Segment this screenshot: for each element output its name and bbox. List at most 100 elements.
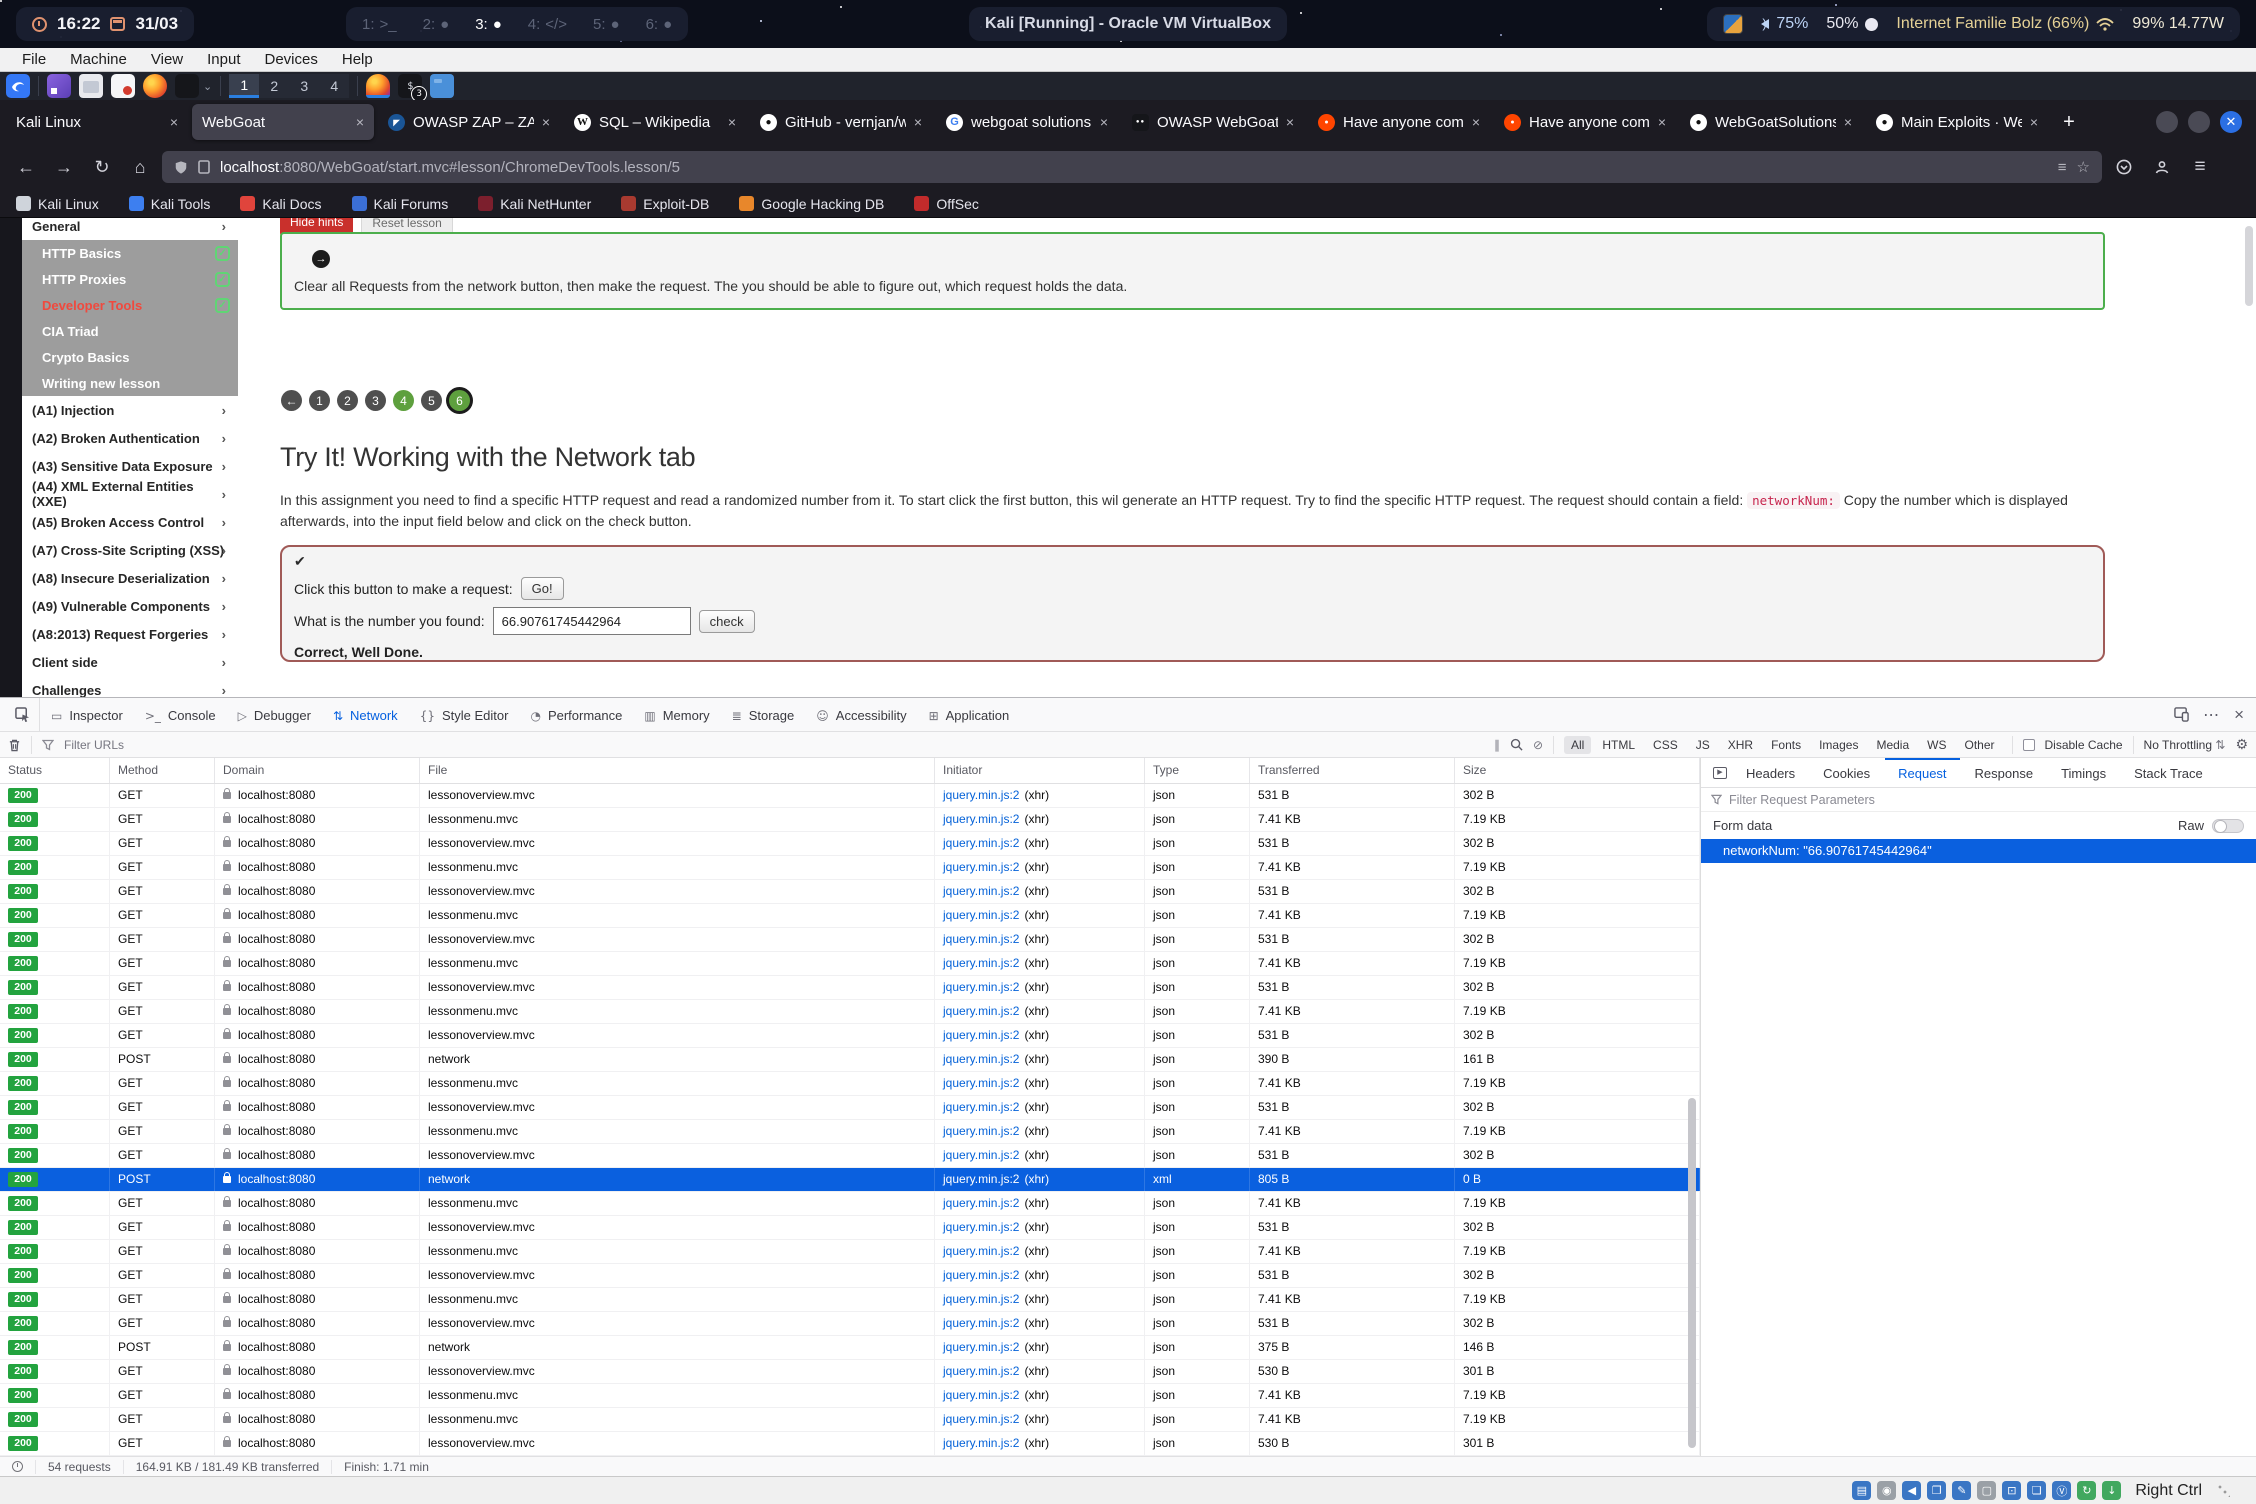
sidebar-lesson-item[interactable]: (A8:2013) Request Forgeries › ✓ bbox=[22, 620, 238, 648]
initiator-link[interactable]: jquery.min.js:2 bbox=[943, 1216, 1019, 1239]
pick-element-icon[interactable] bbox=[6, 698, 40, 731]
browser-tab[interactable]: Main Exploits · Web × bbox=[1866, 104, 2048, 140]
sidebar-lesson-item[interactable]: (A4) XML External Entities (XXE) › ✓ bbox=[22, 480, 238, 508]
type-filter-button[interactable]: CSS bbox=[1646, 736, 1685, 754]
home-button[interactable]: ⌂ bbox=[124, 151, 156, 183]
network-request-row[interactable]: 200 GET localhost:8080 lessonmenu.mvc jq… bbox=[0, 1288, 1700, 1312]
initiator-link[interactable]: jquery.min.js:2 bbox=[943, 1432, 1019, 1455]
search-icon[interactable] bbox=[1510, 738, 1523, 751]
initiator-link[interactable]: jquery.min.js:2 bbox=[943, 1024, 1019, 1047]
maximize-icon[interactable] bbox=[2188, 111, 2210, 133]
initiator-link[interactable]: jquery.min.js:2 bbox=[943, 1408, 1019, 1431]
network-request-row[interactable]: 200 GET localhost:8080 lessonmenu.mvc jq… bbox=[0, 1192, 1700, 1216]
display-icon[interactable]: ⊡ bbox=[2002, 1481, 2021, 1500]
devtool-tab[interactable]: ⇅ Network bbox=[322, 698, 409, 731]
column-header[interactable]: Domain bbox=[215, 758, 420, 783]
browser-tab[interactable]: WebGoat × bbox=[192, 104, 374, 140]
column-header[interactable]: Type bbox=[1145, 758, 1250, 783]
initiator-link[interactable]: jquery.min.js:2 bbox=[943, 1048, 1019, 1071]
filter-params-row[interactable]: Filter Request Parameters bbox=[1701, 788, 2256, 812]
firefox-window-icon[interactable] bbox=[366, 74, 390, 98]
tab-close-icon[interactable]: × bbox=[1658, 114, 1666, 130]
initiator-link[interactable]: jquery.min.js:2 bbox=[943, 808, 1019, 831]
network-icon[interactable]: ❐ bbox=[1927, 1481, 1946, 1500]
devtool-tab[interactable]: ▥ Memory bbox=[633, 698, 720, 731]
tab-close-icon[interactable]: × bbox=[170, 114, 178, 130]
pagination-page-button[interactable]: 2 bbox=[337, 390, 358, 411]
split-panel-toggle-icon[interactable]: ▶ bbox=[1709, 758, 1731, 787]
resize-grip[interactable] bbox=[2218, 1485, 2230, 1497]
details-tab[interactable]: Headers bbox=[1733, 758, 1808, 787]
form-data-param[interactable]: networkNum: "66.90761745442964" bbox=[1701, 839, 2256, 863]
raw-toggle[interactable] bbox=[2212, 819, 2244, 833]
initiator-link[interactable]: jquery.min.js:2 bbox=[943, 952, 1019, 975]
hard-disks-icon[interactable]: ▤ bbox=[1852, 1481, 1871, 1500]
initiator-link[interactable]: jquery.min.js:2 bbox=[943, 880, 1019, 903]
answer-input[interactable] bbox=[493, 607, 691, 635]
browser-tab[interactable]: OWASP ZAP – ZAP i × bbox=[378, 104, 560, 140]
browser-tab[interactable]: SQL – Wikipedia × bbox=[564, 104, 746, 140]
sidebar-lesson-item[interactable]: (A2) Broken Authentication › ✓ bbox=[22, 424, 238, 452]
sidebar-lesson-item[interactable]: (A3) Sensitive Data Exposure › ✓ bbox=[22, 452, 238, 480]
request-list-scrollbar[interactable] bbox=[1688, 1098, 1696, 1448]
type-filter-button[interactable]: Other bbox=[1957, 736, 2001, 754]
column-header[interactable]: File bbox=[420, 758, 935, 783]
sidebar-lesson-item[interactable]: (A9) Vulnerable Components › ✓ bbox=[22, 592, 238, 620]
kali-menu-icon[interactable] bbox=[6, 74, 30, 98]
sidebar-lesson-item[interactable]: Developer Tools › ✓ bbox=[22, 292, 238, 318]
network-request-row[interactable]: 200 POST localhost:8080 network jquery.m… bbox=[0, 1336, 1700, 1360]
sidebar-lesson-item[interactable]: HTTP Proxies › ✓ bbox=[22, 266, 238, 292]
network-request-row[interactable]: 200 GET localhost:8080 lessonmenu.mvc jq… bbox=[0, 856, 1700, 880]
type-filter-button[interactable]: WS bbox=[1920, 736, 1953, 754]
tab-close-icon[interactable]: × bbox=[1100, 114, 1108, 130]
network-request-row[interactable]: 200 GET localhost:8080 lessonmenu.mvc jq… bbox=[0, 952, 1700, 976]
taskbar-workspace-button[interactable]: 3 bbox=[289, 74, 319, 98]
tab-close-icon[interactable]: × bbox=[542, 114, 550, 130]
bookmark-item[interactable]: OffSec bbox=[914, 196, 979, 212]
tab-close-icon[interactable]: × bbox=[2030, 114, 2038, 130]
network-request-row[interactable]: 200 GET localhost:8080 lessonoverview.mv… bbox=[0, 1216, 1700, 1240]
details-tab[interactable]: Response bbox=[1962, 758, 2047, 787]
tracking-shield-icon[interactable] bbox=[174, 160, 188, 175]
responsive-design-icon[interactable] bbox=[2174, 707, 2189, 722]
audio-icon[interactable]: ◀ bbox=[1902, 1481, 1921, 1500]
check-button[interactable]: check bbox=[699, 610, 755, 633]
bookmark-star-icon[interactable]: ☆ bbox=[2077, 158, 2090, 176]
go-button[interactable]: Go! bbox=[521, 577, 564, 600]
network-request-row[interactable]: 200 POST localhost:8080 network jquery.m… bbox=[0, 1048, 1700, 1072]
new-tab-button[interactable]: + bbox=[2052, 105, 2086, 139]
taskbar-workspace-button[interactable]: 1 bbox=[229, 74, 259, 98]
recording-icon[interactable]: ❏ bbox=[2027, 1481, 2046, 1500]
tab-close-icon[interactable]: × bbox=[356, 114, 364, 130]
reload-button[interactable]: ↻ bbox=[86, 151, 118, 183]
menubar-item[interactable]: View bbox=[139, 51, 195, 68]
mouse-integration-icon[interactable]: ↻ bbox=[2077, 1481, 2096, 1500]
initiator-link[interactable]: jquery.min.js:2 bbox=[943, 1192, 1019, 1215]
menubar-item[interactable]: Machine bbox=[58, 51, 139, 68]
type-filter-button[interactable]: JS bbox=[1689, 736, 1717, 754]
pagination-page-button[interactable]: 5 bbox=[421, 390, 442, 411]
pause-recording-icon[interactable]: ∥ bbox=[1494, 738, 1500, 752]
devtool-tab[interactable]: ▭ Inspector bbox=[40, 698, 134, 731]
type-filter-button[interactable]: Media bbox=[1869, 736, 1916, 754]
devtool-tab[interactable]: ◔ Performance bbox=[519, 698, 633, 731]
network-request-row[interactable]: 200 GET localhost:8080 lessonmenu.mvc jq… bbox=[0, 1120, 1700, 1144]
sidebar-lesson-item[interactable]: HTTP Basics › ✓ bbox=[22, 240, 238, 266]
workspace-indicator[interactable]: 4: </> bbox=[528, 16, 567, 33]
network-request-row[interactable]: 200 GET localhost:8080 lessonoverview.mv… bbox=[0, 1312, 1700, 1336]
page-info-icon[interactable] bbox=[198, 160, 210, 174]
initiator-link[interactable]: jquery.min.js:2 bbox=[943, 1120, 1019, 1143]
devtool-tab[interactable]: {} Style Editor bbox=[409, 698, 520, 731]
tab-close-icon[interactable]: × bbox=[1472, 114, 1480, 130]
network-request-row[interactable]: 200 GET localhost:8080 lessonoverview.mv… bbox=[0, 1432, 1700, 1456]
menubar-item[interactable]: File bbox=[10, 51, 58, 68]
workspace-indicator[interactable]: 3: ● bbox=[475, 16, 502, 33]
network-request-row[interactable]: 200 GET localhost:8080 lessonmenu.mvc jq… bbox=[0, 1240, 1700, 1264]
panel-status-area[interactable]: 75% 50% Internet Familie Bolz (66%) 99% … bbox=[1707, 7, 2240, 41]
initiator-link[interactable]: jquery.min.js:2 bbox=[943, 976, 1019, 999]
initiator-link[interactable]: jquery.min.js:2 bbox=[943, 1240, 1019, 1263]
keyboard-capture-icon[interactable]: ↓ bbox=[2102, 1481, 2121, 1500]
terminal-dropdown-icon[interactable]: ⌄ bbox=[203, 80, 212, 93]
taskbar-workspace-button[interactable]: 4 bbox=[319, 74, 349, 98]
tab-close-icon[interactable]: × bbox=[1844, 114, 1852, 130]
